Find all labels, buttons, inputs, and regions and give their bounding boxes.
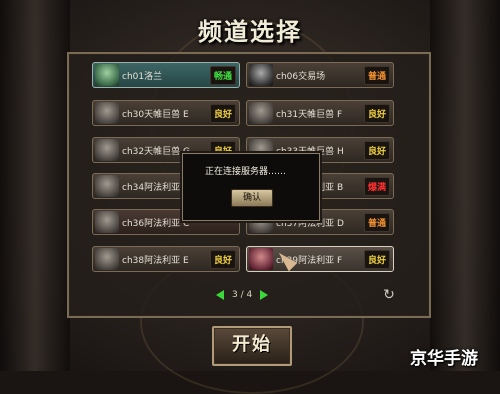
ghost-icon [95, 175, 119, 197]
channel-status: 畅通 [209, 65, 236, 85]
page-title: 频道选择 [198, 18, 302, 46]
channel-name: ch30天帷巨兽 E [122, 109, 189, 120]
channel-name: ch06交易场 [276, 71, 326, 82]
channel-status: 良好 [363, 140, 390, 160]
ghost-icon [95, 102, 119, 124]
right-pillar [430, 0, 500, 371]
next-page-arrow-icon[interactable] [260, 290, 269, 300]
dialog-message: 正在连接服务器…… [205, 167, 287, 177]
channel-button-ch38[interactable]: ch38阿法利亚 E 良好 [92, 246, 240, 272]
start-button[interactable]: 开始 [212, 326, 292, 366]
channel-button-ch39[interactable]: ch39阿法利亚 F 良好 [246, 246, 394, 272]
channel-button-ch30[interactable]: ch30天帷巨兽 E 良好 [92, 100, 240, 126]
channel-button-ch31[interactable]: ch31天帷巨兽 F 良好 [246, 100, 394, 126]
channel-status: 良好 [363, 249, 390, 269]
channel-name: ch31天帷巨兽 F [276, 109, 343, 120]
channel-status: 良好 [363, 103, 390, 123]
page-indicator: 3 / 4 [232, 290, 253, 300]
ghost-icon [95, 211, 119, 233]
refresh-icon[interactable]: ↻ [382, 288, 396, 302]
connecting-dialog: 正在连接服务器…… 确认 [182, 153, 320, 221]
channel-status: 普通 [363, 65, 390, 85]
ghost-icon [249, 102, 273, 124]
pagination: 3 / 4 [216, 290, 269, 300]
channel-name: ch38阿法利亚 E [122, 255, 189, 266]
merchant-icon [249, 64, 273, 86]
channel-button-ch06[interactable]: ch06交易场 普通 [246, 62, 394, 88]
channel-status: 良好 [209, 103, 236, 123]
channel-name: ch01洛兰 [122, 71, 163, 82]
red-ghost-icon [249, 248, 273, 270]
channel-status: 爆满 [363, 176, 390, 196]
channel-button-ch01[interactable]: ch01洛兰 畅通 [92, 62, 240, 88]
watermark-text: 京华手游 [410, 349, 478, 369]
confirm-button[interactable]: 确认 [231, 189, 273, 207]
ghost-icon [95, 248, 119, 270]
channel-status: 良好 [209, 249, 236, 269]
green-ghost-icon [95, 64, 119, 86]
left-pillar [0, 0, 70, 371]
channel-status: 普通 [363, 212, 390, 232]
ghost-icon [95, 139, 119, 161]
prev-page-arrow-icon[interactable] [216, 290, 224, 300]
